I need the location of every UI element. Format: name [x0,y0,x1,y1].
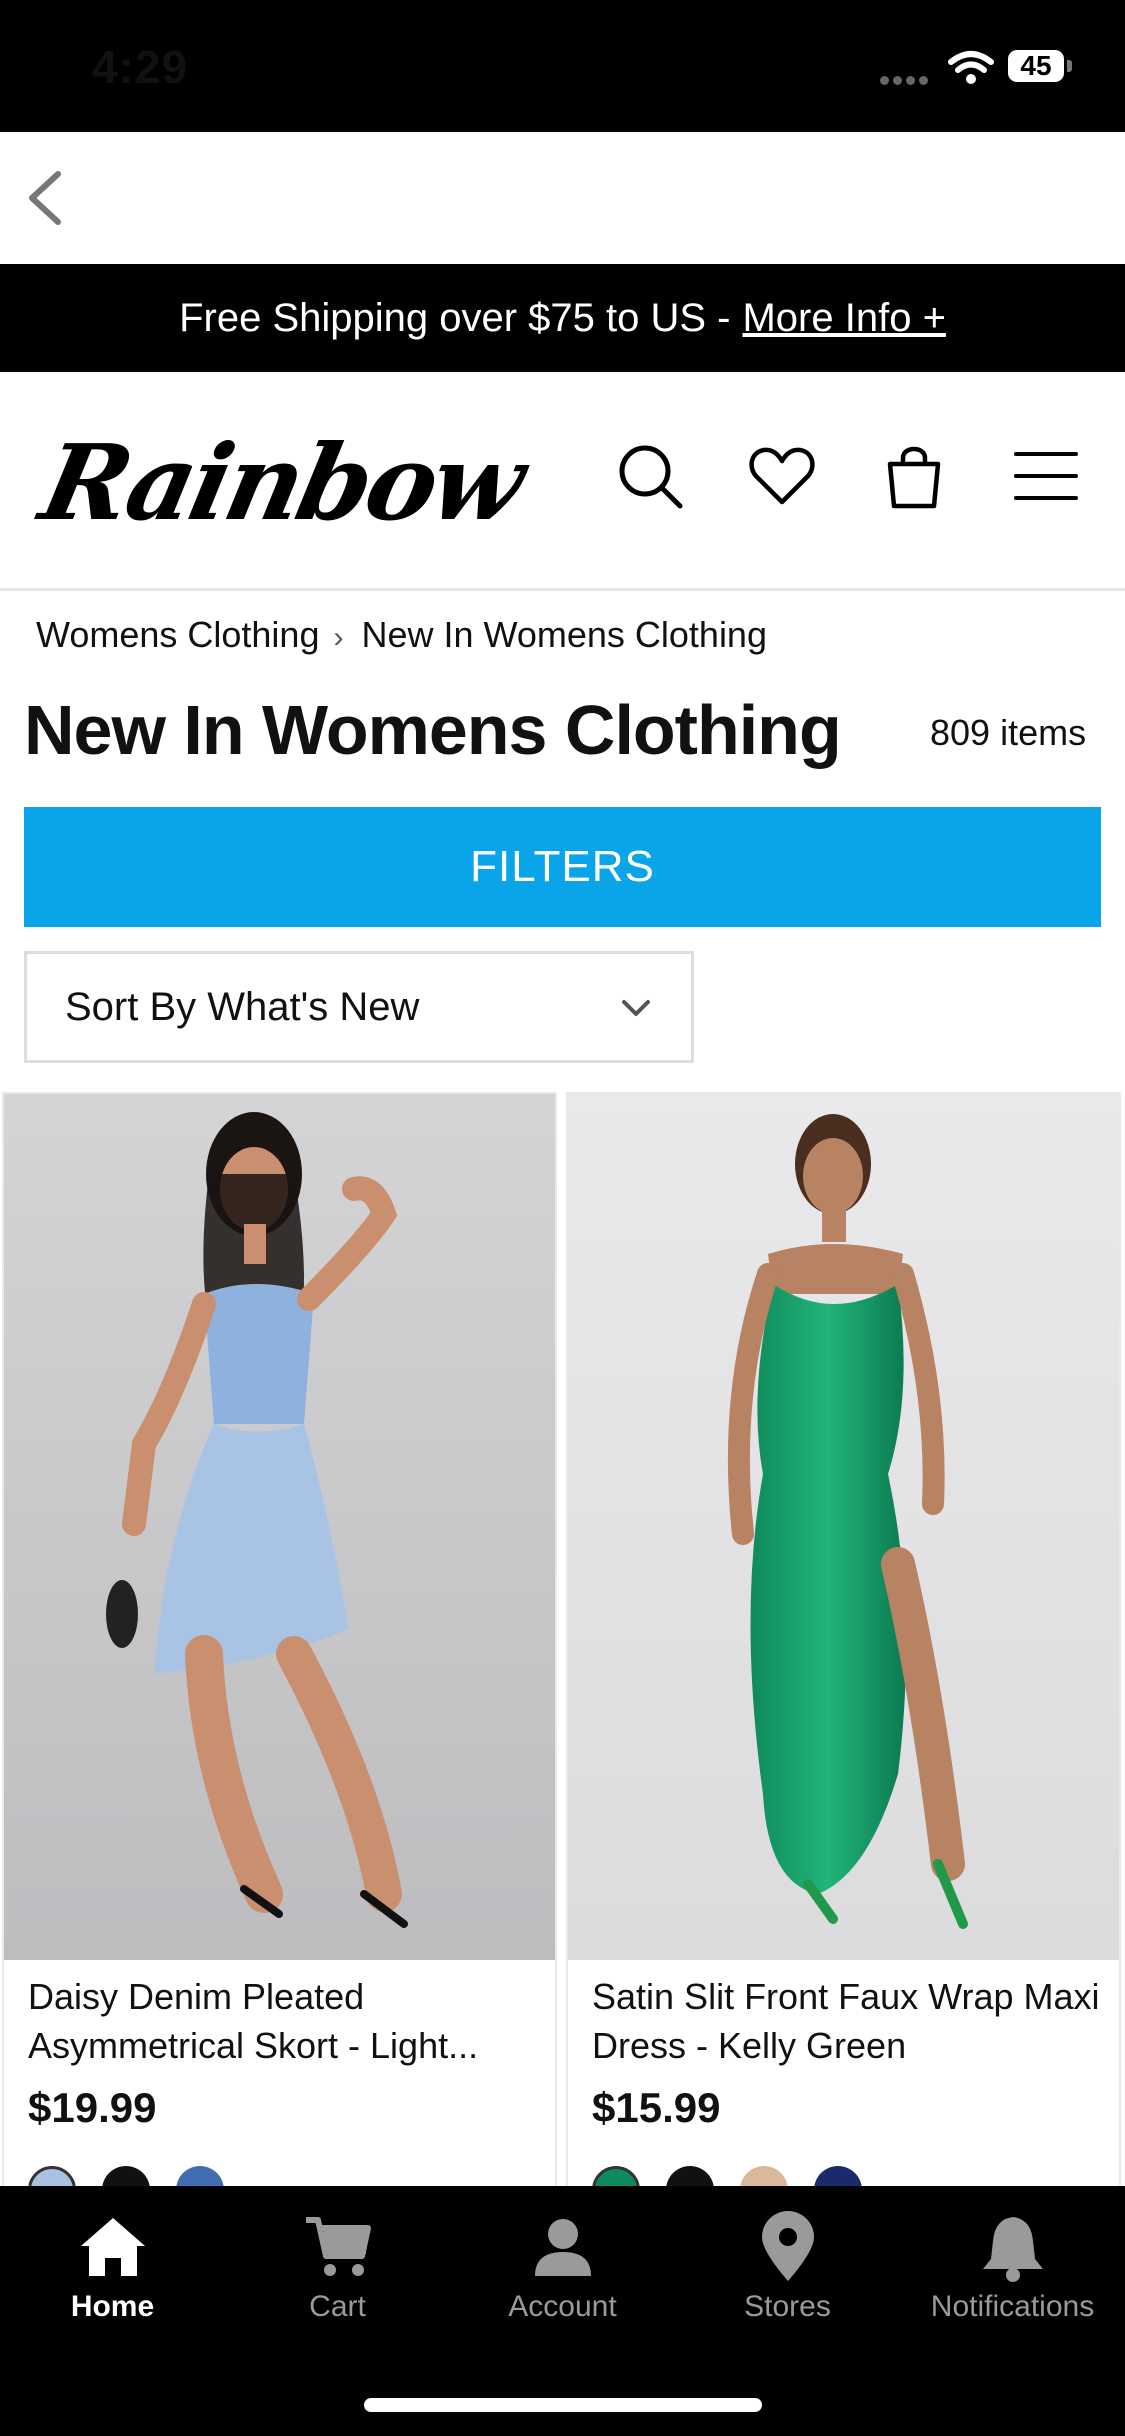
menu-hamburger-icon[interactable] [1010,440,1082,512]
battery-nub [1067,60,1072,72]
tab-label-home: Home [70,2290,155,2323]
filters-button[interactable]: FILTERS [24,807,1101,927]
tab-label-notifications: Notifications [930,2290,1095,2323]
back-chevron-icon[interactable] [22,168,70,228]
breadcrumb-item-womens-clothing[interactable]: Womens Clothing [36,614,319,655]
wishlist-heart-icon[interactable] [746,440,818,512]
brand-logo[interactable]: Rainbow [31,421,532,544]
cart-icon [305,2217,371,2276]
location-pin-icon [761,2211,814,2281]
breadcrumb-separator: › [333,621,344,654]
breadcrumb-item-new-in[interactable]: New In Womens Clothing [361,614,767,655]
account-icon [534,2219,591,2276]
tab-label-stores: Stores [744,2290,831,2323]
bell-icon [982,2217,1043,2282]
product-price: $15.99 [592,2084,721,2131]
sort-dropdown[interactable]: Sort By What's New [24,951,694,1063]
tab-home[interactable]: Home [0,2204,225,2334]
item-count: 809 items [930,712,1087,753]
product-card[interactable]: Daisy Denim Pleated Asymmetrical Skort -… [2,1092,557,2192]
breadcrumb: Womens Clothing › New In Womens Clothing [36,614,767,656]
sort-label: Sort By What's New [65,984,420,1029]
search-icon[interactable] [614,440,686,512]
shopping-bag-icon[interactable] [878,440,950,512]
home-indicator[interactable] [364,2398,762,2412]
tab-notifications[interactable]: Notifications [900,2204,1125,2334]
product-image[interactable] [568,1094,1119,1960]
battery-icon: 45 [1008,50,1064,82]
tab-account[interactable]: Account [450,2204,675,2334]
product-card[interactable]: Satin Slit Front Faux Wrap Maxi Dress - … [566,1092,1121,2192]
status-time: 4:29 [92,41,189,93]
page-title: New In Womens Clothing [24,691,842,769]
tab-cart[interactable]: Cart [225,2204,450,2334]
product-name[interactable]: Satin Slit Front Faux Wrap Maxi Dress - … [592,1972,1102,2070]
tab-label-cart: Cart [309,2290,366,2323]
more-info-link[interactable]: More Info + [742,296,945,341]
promo-text: Free Shipping over $75 to US - [179,295,731,340]
navigation-bar [0,132,1125,264]
tab-stores[interactable]: Stores [675,2204,900,2334]
chevron-down-icon [622,1000,650,1016]
wifi-icon [948,51,994,84]
home-icon [80,2218,145,2276]
cellular-signal-icon [880,72,932,90]
tab-label-account: Account [508,2290,617,2323]
product-name[interactable]: Daisy Denim Pleated Asymmetrical Skort -… [28,1972,538,2070]
shipping-promo-banner: Free Shipping over $75 to US - More Info… [0,264,1125,372]
product-price: $19.99 [28,2084,157,2131]
product-image[interactable] [4,1094,555,1960]
